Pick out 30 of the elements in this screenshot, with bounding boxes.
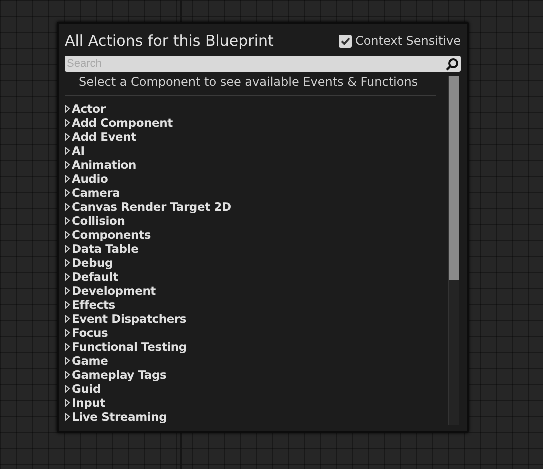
- category-item[interactable]: Audio: [72, 172, 108, 186]
- category-item[interactable]: Canvas Render Target 2D: [72, 200, 232, 214]
- scrollbar[interactable]: [448, 76, 459, 425]
- category-item[interactable]: Camera: [72, 186, 120, 200]
- search-icon: [446, 58, 459, 70]
- category-item[interactable]: Data Table: [72, 242, 139, 256]
- category-item[interactable]: Debug: [72, 256, 113, 270]
- category-item[interactable]: Event Dispatchers: [72, 312, 187, 326]
- category-item[interactable]: Live Streaming: [72, 410, 168, 424]
- category-item[interactable]: Components: [72, 228, 151, 242]
- hint-text: Select a Component to see available Events & Functions: [65, 72, 436, 96]
- category-item[interactable]: Development: [72, 284, 156, 298]
- category-item[interactable]: Default: [72, 270, 118, 284]
- panel-title: All Actions for this Blueprint: [65, 32, 274, 50]
- category-item[interactable]: Actor: [72, 102, 106, 116]
- check-icon: [340, 36, 352, 46]
- category-item[interactable]: Add Event: [72, 130, 136, 144]
- category-item[interactable]: Focus: [72, 326, 108, 340]
- category-item[interactable]: Collision: [72, 214, 126, 228]
- category-item[interactable]: Guid: [72, 382, 102, 396]
- context-sensitive-checkbox[interactable]: Context Sensitive: [339, 34, 461, 48]
- category-item[interactable]: Game: [72, 354, 108, 368]
- category-item[interactable]: Effects: [72, 298, 116, 312]
- category-item[interactable]: Input: [72, 396, 106, 410]
- category-item[interactable]: Add Component: [72, 116, 173, 130]
- category-item[interactable]: AI: [72, 144, 85, 158]
- category-item[interactable]: Functional Testing: [72, 340, 187, 354]
- scrollbar-thumb[interactable]: [449, 76, 459, 280]
- category-item[interactable]: Animation: [72, 158, 136, 172]
- category-item[interactable]: Gameplay Tags: [72, 368, 167, 382]
